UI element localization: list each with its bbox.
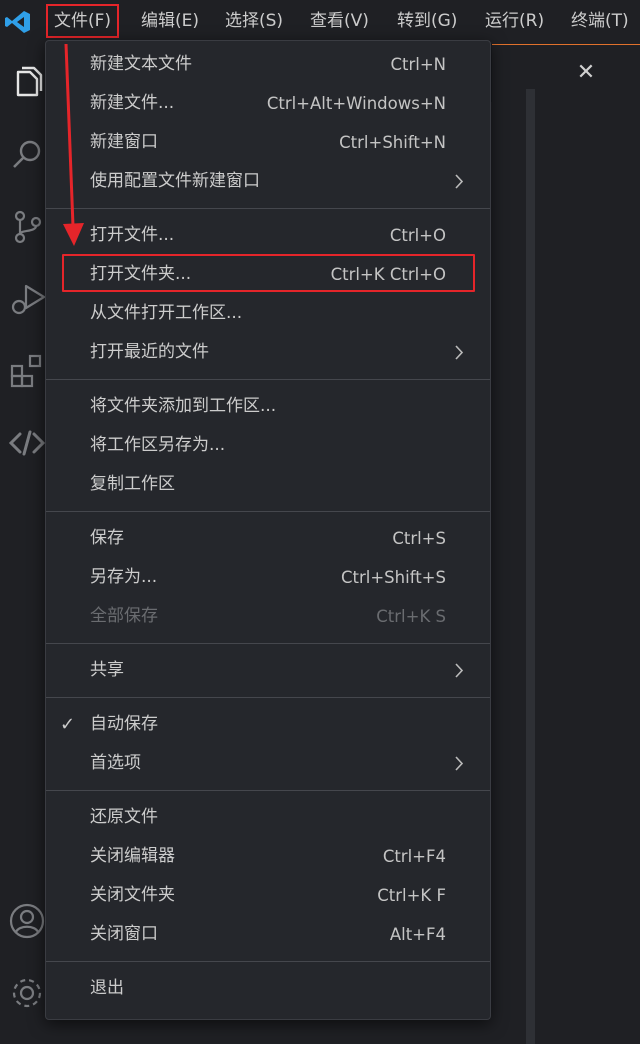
menu-scrollbar[interactable] [526,89,535,1044]
menu-separator [46,961,490,962]
menu-item-label: 打开最近的文件 [90,342,209,362]
menu-item-2-1[interactable]: 将工作区另存为... [46,426,490,465]
menu-item-label: 将工作区另存为... [90,435,226,455]
menu-item-3-0[interactable]: 保存 Ctrl+S [46,519,490,558]
account-icon[interactable] [8,902,46,940]
menu-item-shortcut: Alt+F4 [389,925,446,944]
menu-item-5-0[interactable]: ✓ 自动保存 [46,705,490,744]
menu-item-6-0[interactable]: 还原文件 [46,798,490,837]
menu-item-shortcut: Ctrl+S [392,529,446,548]
menu-item-0-3[interactable]: 使用配置文件新建窗口 [46,162,490,201]
menu-item-label: 打开文件... [90,225,175,245]
menu-terminal[interactable]: 终端(T) [571,6,629,36]
menu-item-shortcut: Ctrl+F4 [382,847,446,866]
chevron-right-icon [455,174,464,189]
menu-item-6-2[interactable]: 关闭文件夹 Ctrl+K F [46,876,490,915]
menu-item-label: 首选项 [90,753,141,773]
menu-separator [46,790,490,791]
vscode-logo-icon [5,11,30,33]
menu-item-5-1[interactable]: 首选项 [46,744,490,783]
menu-item-shortcut: Ctrl+N [390,55,446,74]
menu-item-shortcut: Ctrl+K S [376,607,446,626]
menu-item-4-0[interactable]: 共享 [46,651,490,690]
menu-go[interactable]: 转到(G) [397,6,457,36]
search-icon[interactable] [8,136,46,174]
menu-item-1-2[interactable]: 从文件打开工作区... [46,294,490,333]
menu-item-label: 新建窗口 [90,132,158,152]
menu-run[interactable]: 运行(R) [485,6,544,36]
run-debug-icon[interactable] [8,280,46,318]
menu-file[interactable]: 文件(F) [45,4,120,38]
menu-item-label: 将文件夹添加到工作区... [90,396,277,416]
menu-item-1-3[interactable]: 打开最近的文件 [46,333,490,372]
menu-item-label: 新建文本文件 [90,54,192,74]
menu-separator [46,208,490,209]
menu-separator [46,379,490,380]
source-control-icon[interactable] [8,208,46,246]
menu-separator [46,511,490,512]
menu-item-label: 退出 [90,978,124,998]
checkmark-icon: ✓ [60,714,76,735]
file-menu-dropdown: 新建文本文件 Ctrl+N 新建文件... Ctrl+Alt+Windows+N 新建窗… [45,40,535,1044]
settings-gear-icon[interactable] [8,974,46,1012]
close-icon[interactable]: ✕ [572,59,600,87]
menu-item-shortcut: Ctrl+Shift+S [341,568,446,587]
menu-item-shortcut: Ctrl+Shift+N [339,133,446,152]
menu-item-label: 全部保存 [90,606,158,626]
menu-item-6-1[interactable]: 关闭编辑器 Ctrl+F4 [46,837,490,876]
menu-item-label: 复制工作区 [90,474,175,494]
open-folder-highlight-box [62,254,475,292]
menu-item-label: 关闭文件夹 [90,885,175,905]
menu-separator [46,697,490,698]
menu-item-1-0[interactable]: 打开文件... Ctrl+O [46,216,490,255]
menu-item-2-0[interactable]: 将文件夹添加到工作区... [46,387,490,426]
menu-item-6-3[interactable]: 关闭窗口 Alt+F4 [46,915,490,954]
menu-item-label: 从文件打开工作区... [90,303,243,323]
chevron-right-icon [455,345,464,360]
menu-item-7-0[interactable]: 退出 [46,969,490,1008]
menu-selection[interactable]: 选择(S) [225,6,283,36]
menu-item-3-1[interactable]: 另存为... Ctrl+Shift+S [46,558,490,597]
menu-item-0-0[interactable]: 新建文本文件 Ctrl+N [46,45,490,84]
menu-item-shortcut: Ctrl+K F [377,886,446,905]
menu-item-0-2[interactable]: 新建窗口 Ctrl+Shift+N [46,123,490,162]
menu-item-label: 保存 [90,528,124,548]
editor-tab[interactable]: ✕ [492,44,640,103]
chevron-right-icon [455,756,464,771]
menu-item-shortcut: Ctrl+Alt+Windows+N [266,94,446,113]
menu-item-label: 新建文件... [90,93,175,113]
menu-item-label: 另存为... [90,567,158,587]
menu-item-label: 使用配置文件新建窗口 [90,171,260,191]
menu-item-label: 关闭编辑器 [90,846,175,866]
menu-view[interactable]: 查看(V) [310,6,369,36]
menu-item-label: 自动保存 [90,714,158,734]
menu-item-2-2[interactable]: 复制工作区 [46,465,490,504]
menu-item-label: 关闭窗口 [90,924,158,944]
chevron-right-icon [455,663,464,678]
extensions-icon[interactable] [8,352,46,390]
menu-item-3-2: 全部保存 Ctrl+K S [46,597,490,636]
menu-separator [46,643,490,644]
remote-icon[interactable] [8,424,46,462]
menu-item-label: 共享 [90,660,124,680]
menu-item-label: 还原文件 [90,807,158,827]
menu-item-0-1[interactable]: 新建文件... Ctrl+Alt+Windows+N [46,84,490,123]
menu-item-shortcut: Ctrl+O [389,226,446,245]
menu-edit[interactable]: 编辑(E) [141,6,199,36]
explorer-icon[interactable] [8,64,46,102]
